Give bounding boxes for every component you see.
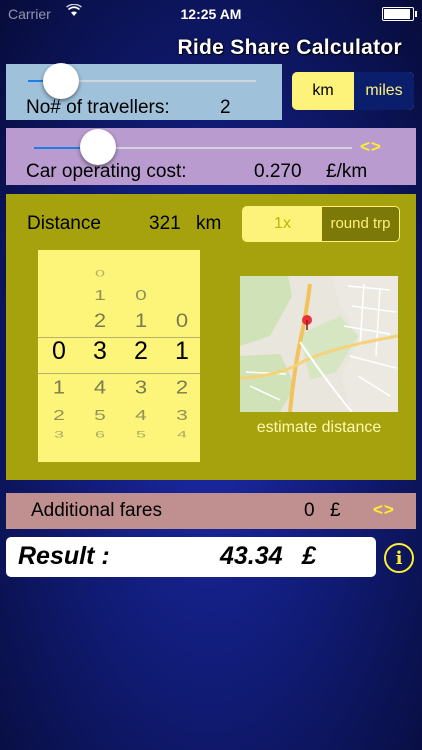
cost-adjust-arrows[interactable]: <>: [360, 137, 382, 157]
picker-digit: 0: [135, 287, 147, 304]
picker-digit: 1: [52, 376, 66, 398]
picker-selection-top-line: [38, 337, 200, 338]
distance-value: 321: [149, 213, 181, 234]
distance-digit-picker[interactable]: 0 1 2 3 0 1 2 3 4 5 6 0 1 2 3 4 5 0 1 2 …: [38, 250, 200, 462]
picker-digit: 4: [135, 407, 147, 424]
result-value: 43.34: [220, 542, 283, 570]
picker-digit: 1: [134, 309, 148, 332]
picker-digit: 6: [94, 429, 105, 440]
car-cost-panel: <> Car operating cost: 0.270 £/km: [6, 128, 416, 185]
units-miles-option[interactable]: miles: [354, 72, 414, 110]
cost-unit: £/km: [326, 161, 368, 182]
fares-label: Additional fares: [31, 500, 162, 521]
cost-slider-knob[interactable]: [80, 129, 116, 165]
info-icon[interactable]: i: [384, 543, 414, 573]
picker-digit: 5: [135, 429, 146, 440]
picker-digit: 3: [176, 407, 188, 424]
fares-unit: £: [330, 500, 341, 521]
picker-digit: 0: [175, 309, 189, 332]
picker-digit-selected: 2: [134, 337, 148, 365]
picker-digit: 2: [53, 407, 65, 424]
cost-label: Car operating cost:: [26, 161, 187, 182]
picker-digit: 0: [94, 268, 105, 279]
picker-column-tens[interactable]: 0 1 2 3 4 5: [121, 250, 161, 462]
travellers-value: 2: [220, 97, 231, 118]
trip-one-way-option[interactable]: 1x: [243, 207, 322, 241]
clock: 12:25 AM: [180, 6, 242, 22]
travellers-slider-knob[interactable]: [43, 63, 79, 99]
result-label: Result :: [18, 542, 110, 570]
trip-round-option[interactable]: round trp: [322, 207, 399, 241]
picker-digit-selected: 3: [93, 337, 107, 365]
units-km-option[interactable]: km: [292, 72, 354, 110]
battery-icon: [382, 7, 417, 21]
units-toggle[interactable]: km miles: [292, 72, 414, 110]
status-bar: Carrier 12:25 AM: [0, 0, 422, 28]
distance-label: Distance: [27, 213, 101, 234]
picker-digit: 3: [134, 376, 148, 398]
additional-fares-panel: Additional fares 0 £ <>: [6, 493, 416, 529]
map-thumbnail[interactable]: [240, 276, 398, 412]
picker-digit: 2: [93, 309, 107, 332]
cost-value: 0.270: [254, 161, 302, 182]
distance-unit: km: [196, 213, 222, 234]
estimate-distance-link[interactable]: estimate distance: [240, 419, 398, 437]
picker-digit: 4: [176, 429, 187, 440]
picker-digit: 4: [93, 376, 107, 398]
picker-digit-selected: 1: [175, 337, 189, 365]
picker-column-thousands[interactable]: 0 1 2 3: [39, 250, 79, 462]
result-panel: Result : 43.34 £: [6, 537, 376, 577]
picker-digit: 5: [94, 407, 106, 424]
result-unit: £: [302, 542, 316, 570]
travellers-panel: No# of travellers: 2: [6, 63, 282, 120]
picker-selection-bottom-line: [38, 373, 200, 374]
picker-digit: 2: [175, 376, 189, 398]
trip-type-toggle[interactable]: 1x round trp: [242, 206, 400, 242]
fares-value: 0: [304, 500, 315, 521]
travellers-label: No# of travellers:: [26, 97, 170, 118]
fares-adjust-arrows[interactable]: <>: [373, 500, 395, 520]
picker-column-ones[interactable]: 0 1 2 3 4: [162, 250, 200, 462]
picker-digit-selected: 0: [52, 337, 66, 365]
picker-digit: 3: [53, 429, 64, 440]
picker-column-hundreds[interactable]: 0 1 2 3 4 5 6: [80, 250, 120, 462]
app-title: Ride Share Calculator: [177, 36, 402, 59]
picker-digit: 1: [94, 287, 106, 304]
